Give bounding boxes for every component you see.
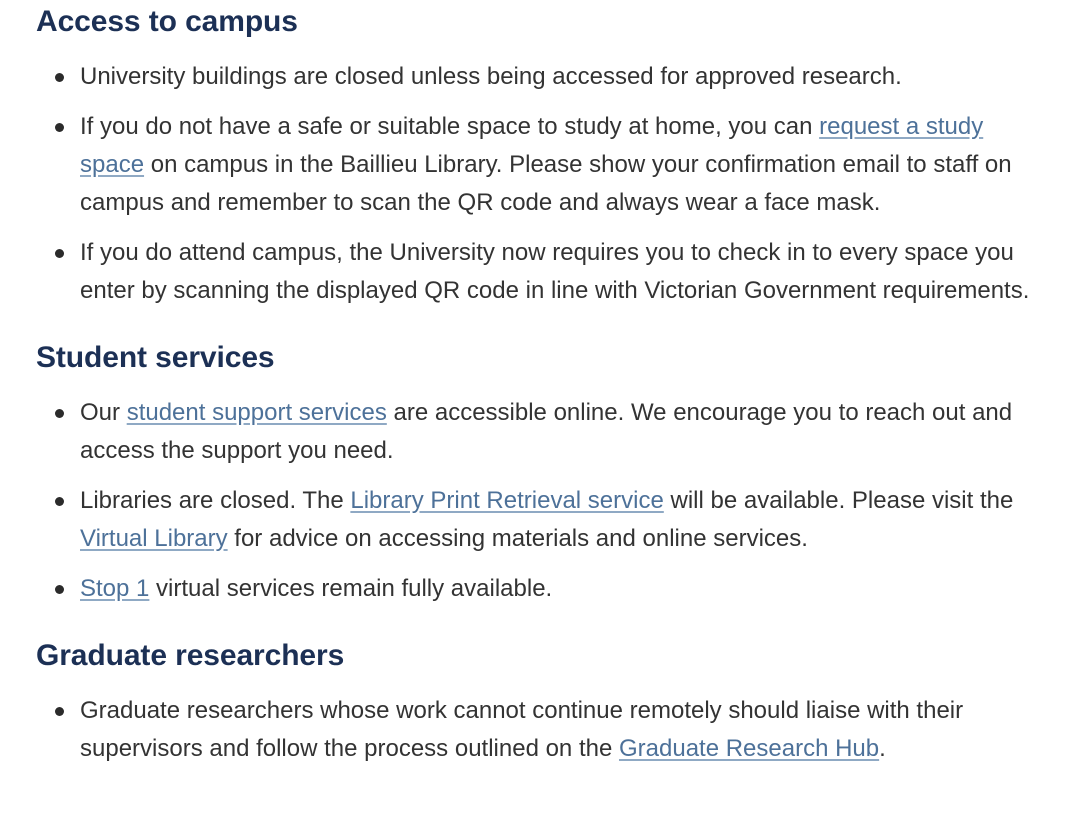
body-text: If you do attend campus, the University … — [80, 239, 1030, 304]
list-item: Libraries are closed. The Library Print … — [36, 476, 1044, 564]
content-section: Graduate researchers Graduate researchers… — [36, 614, 1044, 774]
inline-link[interactable]: Virtual Library — [80, 525, 228, 552]
list-item: If you do not have a safe or suitable sp… — [36, 102, 1044, 228]
list-item: If you do attend campus, the University … — [36, 228, 1044, 316]
inline-link[interactable]: Graduate Research Hub — [619, 735, 879, 762]
list-item: Graduate researchers whose work cannot c… — [36, 686, 1044, 774]
bullet-list: Our student support services are accessi… — [36, 376, 1044, 614]
section-heading: Student services — [36, 341, 275, 374]
body-text: for advice on accessing materials and on… — [227, 525, 808, 552]
section-heading: Graduate researchers — [36, 639, 345, 672]
body-text: University buildings are closed unless b… — [80, 63, 902, 90]
body-text: . — [879, 735, 886, 762]
bullet-point-icon — [55, 123, 64, 132]
list-item: Our student support services are accessi… — [36, 388, 1044, 476]
bullet-point-icon — [55, 497, 64, 506]
bullet-point-icon — [55, 707, 64, 716]
section-heading: Access to campus — [36, 5, 298, 38]
inline-link[interactable]: Stop 1 — [80, 575, 149, 602]
inline-link[interactable]: student support services — [127, 399, 387, 426]
content-section: Access to campus University buildings are… — [36, 0, 1044, 316]
list-item: Stop 1 virtual services remain fully ava… — [36, 564, 1044, 614]
body-text: If you do not have a safe or suitable sp… — [80, 113, 820, 140]
body-text: virtual services remain fully available. — [149, 575, 553, 602]
bullet-point-icon — [55, 249, 64, 258]
bullet-list: University buildings are closed unless b… — [36, 40, 1044, 316]
page-content: Access to campus University buildings are… — [0, 0, 1080, 829]
body-text: Our — [80, 399, 127, 426]
body-text: Libraries are closed. The — [80, 487, 351, 514]
inline-link[interactable]: Library Print Retrieval service — [350, 487, 663, 514]
bullet-point-icon — [55, 585, 64, 594]
list-item: University buildings are closed unless b… — [36, 52, 1044, 102]
content-section: Student services Our student support serv… — [36, 316, 1044, 614]
bullet-point-icon — [55, 409, 64, 418]
body-text: will be available. Please visit the — [663, 487, 1020, 514]
body-text: on campus in the Baillieu Library. Pleas… — [80, 151, 1019, 216]
bullet-point-icon — [55, 73, 64, 82]
sections-container: Access to campus University buildings are… — [36, 0, 1044, 774]
bullet-list: Graduate researchers whose work cannot c… — [36, 674, 1044, 774]
